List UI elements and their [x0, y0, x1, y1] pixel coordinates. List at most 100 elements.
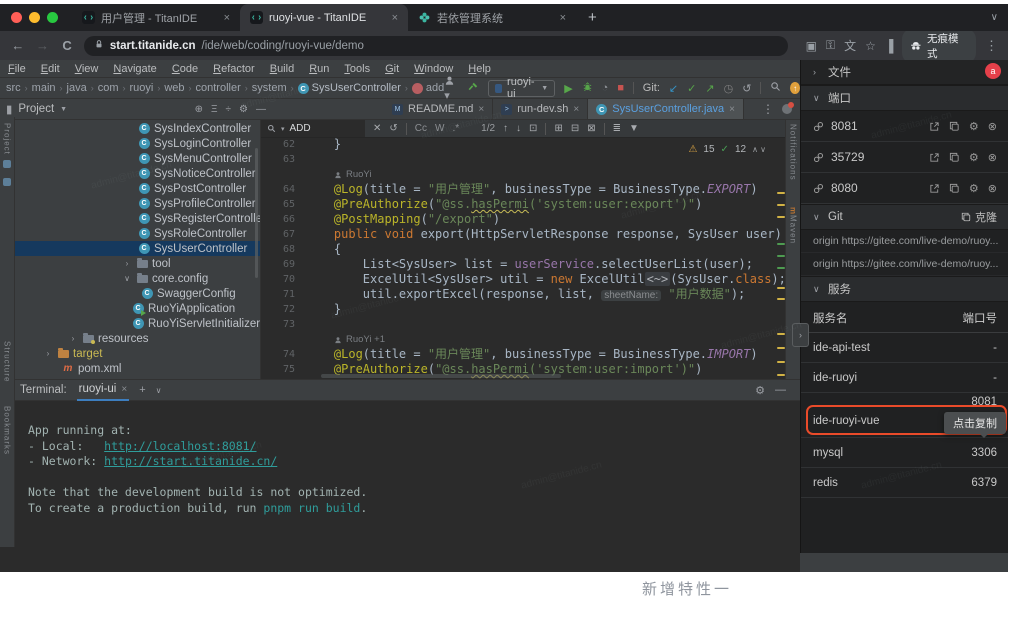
find-history-icon[interactable]: ↺ [389, 123, 397, 134]
expand-all-icon[interactable]: Ξ [211, 104, 218, 115]
find-prev-icon[interactable]: ↑ [503, 123, 508, 134]
service-row-mysql[interactable]: mysql3306 [801, 438, 1008, 468]
terminal-output[interactable]: App running at:- Local: http://localhost… [0, 401, 800, 572]
git-push-icon[interactable]: ↗ [705, 82, 714, 95]
clone-button[interactable]: 克隆 [961, 209, 997, 225]
notifications-bell-icon[interactable] [782, 104, 792, 114]
menu-refactor[interactable]: Refactor [213, 63, 255, 75]
close-tab-icon[interactable]: × [558, 12, 568, 24]
open-in-browser-icon[interactable] [929, 152, 940, 163]
service-row-ide-ruoyi[interactable]: ide-ruoyi- [801, 363, 1008, 393]
address-bar[interactable]: start.titanide.cn/ide/web/coding/ruoyi-v… [84, 36, 788, 56]
menu-view[interactable]: View [75, 63, 99, 75]
back-icon[interactable]: ← [10, 38, 26, 53]
stop-icon[interactable]: ■ [617, 82, 624, 94]
find-input[interactable]: ▾ ADD [261, 120, 365, 137]
editor-tab-README.md[interactable]: MREADME.md× [384, 99, 493, 119]
breadcrumb-item-ruoyi[interactable]: ruoyi [129, 82, 153, 94]
side-panel-icon[interactable]: ▐ [885, 39, 894, 53]
profiler-icon[interactable]: ◔ [602, 82, 609, 94]
breadcrumb-item-controller[interactable]: controller [196, 82, 241, 94]
bookmark-star-icon[interactable]: ☆ [865, 39, 876, 53]
tree-item-SwaggerConfig[interactable]: CSwaggerConfig [14, 286, 260, 301]
tree-item-pom.xml[interactable]: mpom.xml [14, 361, 260, 376]
menu-help[interactable]: Help [468, 63, 491, 75]
user-avatar-icon[interactable]: ▾ [444, 75, 458, 102]
sidebar-collapse-button[interactable]: › [792, 323, 809, 347]
close-terminal-tab-icon[interactable]: × [121, 384, 127, 395]
database-tool-icon[interactable] [3, 160, 11, 168]
menu-git[interactable]: Git [385, 63, 399, 75]
sidebar-section-services[interactable]: ∨ 服务 [801, 276, 1008, 302]
copy-port-icon[interactable] [949, 152, 960, 163]
debug-icon[interactable] [582, 81, 593, 95]
git-commit-icon[interactable]: ✓ [687, 82, 696, 95]
close-port-icon[interactable]: ⊗ [988, 182, 997, 195]
new-terminal-icon[interactable]: + [139, 384, 145, 396]
terminal-link[interactable]: http://localhost:8081/ [104, 439, 256, 453]
find-in-selection-icon[interactable]: ⊡ [529, 123, 537, 134]
tree-item-SysUserController[interactable]: CSysUserController [14, 241, 260, 256]
save-address-icon[interactable]: ▣ [806, 39, 817, 53]
tree-item-SysMenuController[interactable]: CSysMenuController [14, 151, 260, 166]
git-remote-0[interactable]: origin https://gitee.com/live-demo/ruoy.… [801, 230, 1008, 253]
minimize-terminal-icon[interactable]: — [775, 384, 786, 397]
close-tab-icon[interactable]: × [390, 12, 400, 24]
tree-item-tool[interactable]: ›tool [14, 256, 260, 271]
git-update-icon[interactable]: ↙ [669, 82, 678, 95]
regex-toggle[interactable]: .* [452, 123, 459, 134]
git-remote-1[interactable]: origin https://gitee.com/live-demo/ruoy.… [801, 253, 1008, 276]
close-window-button[interactable] [11, 12, 22, 23]
sidebar-section-files[interactable]: › 文件 [801, 60, 1008, 85]
translate-icon[interactable]: ᠋文 [844, 37, 856, 54]
close-tab-icon[interactable]: × [222, 12, 232, 24]
add-selection-icon[interactable]: ⊞ [554, 123, 562, 134]
editor-horizontal-scrollbar[interactable] [321, 374, 561, 378]
select-all-occurrences-icon[interactable]: ⊠ [587, 123, 595, 134]
menu-run[interactable]: Run [309, 63, 329, 75]
tree-item-SysProfileController[interactable]: CSysProfileController [14, 196, 260, 211]
breadcrumb-item-main[interactable]: main [32, 82, 56, 94]
breadcrumb-item-java[interactable]: java [67, 82, 87, 94]
git-rollback-icon[interactable]: ↺ [742, 82, 751, 95]
service-row-ide-ruoyi-vue[interactable]: ide-ruoyi-vue8081点击复制 [801, 393, 1008, 438]
locate-file-icon[interactable]: ⊕ [195, 104, 203, 115]
find-clear-icon[interactable]: ✕ [373, 123, 381, 134]
breadcrumb-item-system[interactable]: system [252, 82, 287, 94]
tree-scrollbar[interactable] [255, 148, 258, 278]
tree-item-SysPostController[interactable]: CSysPostController [14, 181, 260, 196]
tree-item-SysIndexController[interactable]: CSysIndexController [14, 121, 260, 136]
tree-item-SysRegisterController[interactable]: CSysRegisterController [14, 211, 260, 226]
maven-tool-button[interactable]: Maven [789, 215, 798, 244]
collapse-all-icon[interactable]: ÷ [226, 104, 232, 115]
tab-search-chevron-icon[interactable]: ∨ [991, 12, 998, 23]
breadcrumb-item-src[interactable]: src [6, 82, 21, 94]
new-tab-button[interactable]: + [588, 9, 597, 26]
tree-item-SysNoticeController[interactable]: CSysNoticeController [14, 166, 260, 181]
close-port-icon[interactable]: ⊗ [988, 151, 997, 164]
editor-tab-run-dev.sh[interactable]: >run-dev.sh× [493, 99, 588, 119]
project-tool-button[interactable]: Project [3, 123, 12, 155]
endpoints-tool-icon[interactable] [3, 178, 11, 186]
tree-item-resources[interactable]: ›resources [14, 331, 260, 346]
close-editor-tab-icon[interactable]: × [729, 104, 735, 115]
code-editor[interactable]: ▾ ADD ✕ ↺ Cc W .* 1/2 ↑ ↓ ⊡ [260, 120, 800, 379]
terminal-settings-icon[interactable]: ⚙ [755, 384, 765, 397]
port-settings-icon[interactable]: ⚙ [969, 120, 979, 133]
tree-item-SysRoleController[interactable]: CSysRoleController [14, 226, 260, 241]
close-editor-tab-icon[interactable]: × [573, 104, 579, 115]
password-key-icon[interactable]: ⚿ [826, 38, 835, 53]
whole-words-toggle[interactable]: W [435, 123, 444, 134]
remove-selection-icon[interactable]: ⊟ [571, 123, 579, 134]
forward-icon[interactable]: → [35, 38, 51, 53]
bookmarks-tool-button[interactable]: Bookmarks [3, 406, 12, 455]
terminal-link[interactable]: http://start.titanide.cn/ [104, 454, 277, 468]
port-settings-icon[interactable]: ⚙ [969, 151, 979, 164]
tree-item-RuoYiApplication[interactable]: CRuoYiApplication [14, 301, 260, 316]
menu-file[interactable]: File [8, 63, 26, 75]
search-everywhere-icon[interactable] [770, 81, 781, 95]
breadcrumb-class[interactable]: CSysUserController [298, 82, 401, 94]
menu-build[interactable]: Build [270, 63, 294, 75]
menu-navigate[interactable]: Navigate [113, 63, 156, 75]
breadcrumb-item-web[interactable]: web [164, 82, 184, 94]
